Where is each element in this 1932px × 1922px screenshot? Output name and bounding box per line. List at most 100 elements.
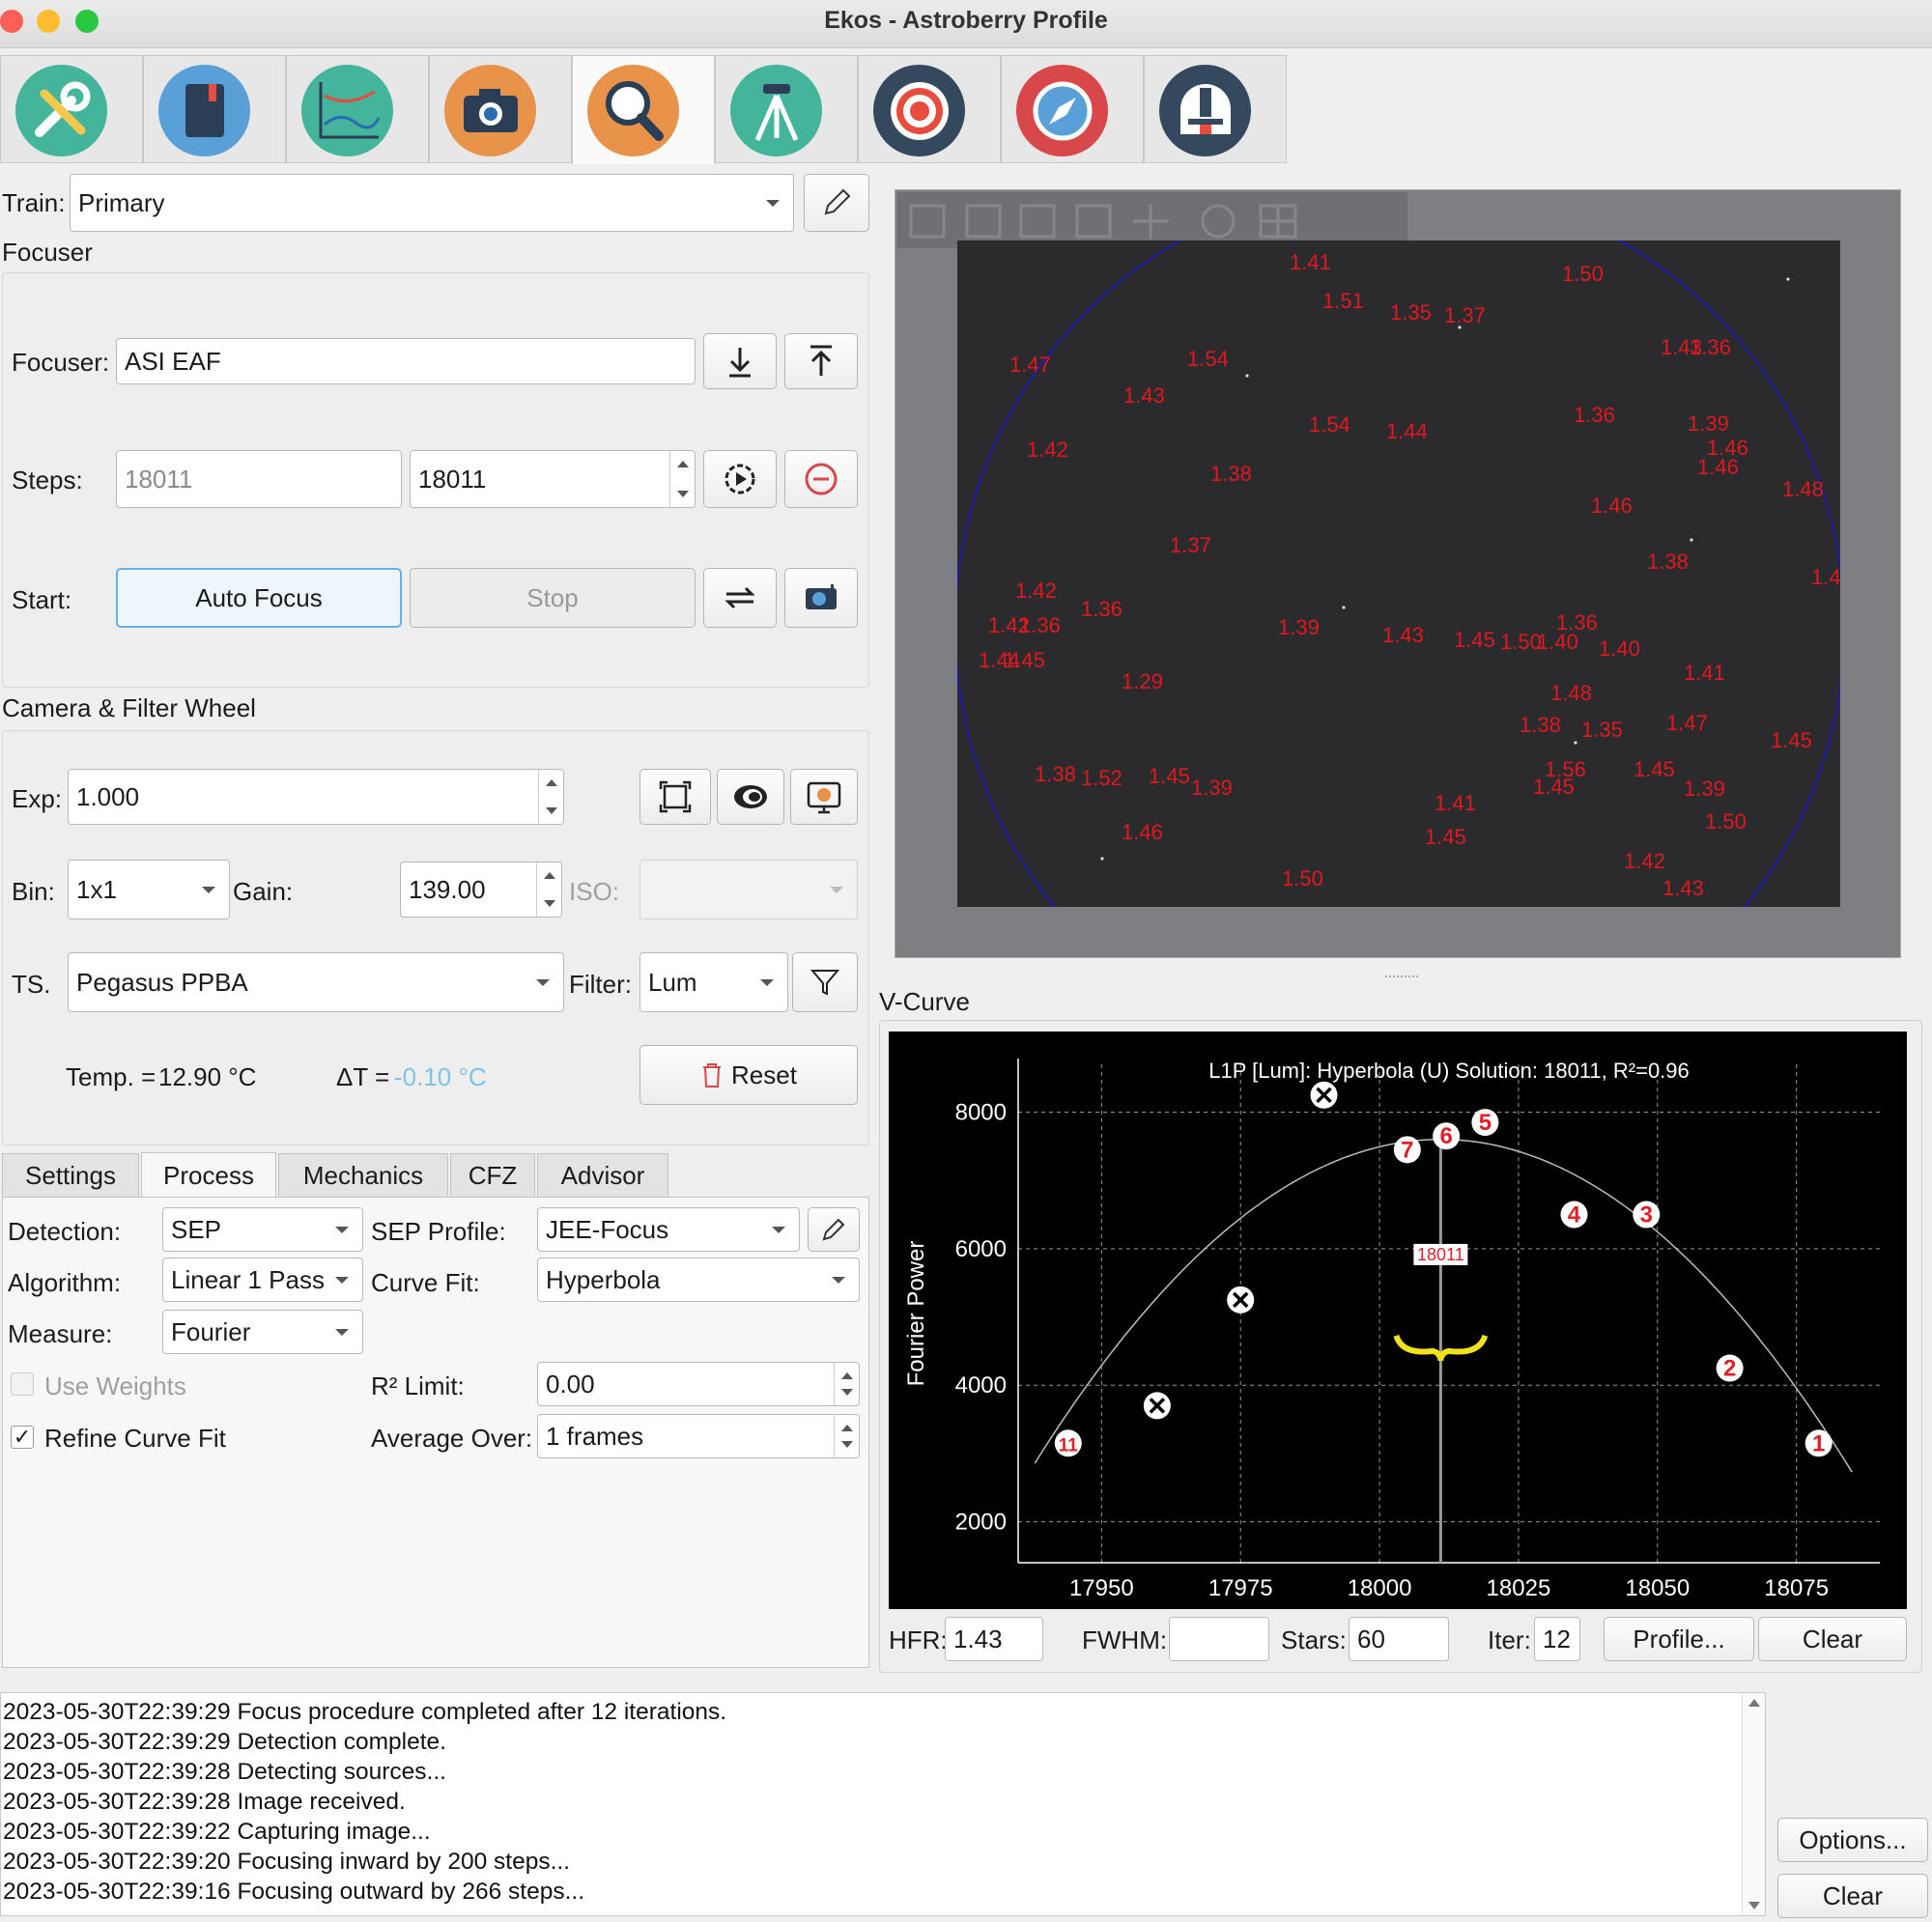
stars-label: Stars: — [1281, 1625, 1347, 1654]
gain-spinner[interactable] — [536, 862, 561, 917]
use-weights-checkbox[interactable] — [11, 1372, 34, 1396]
binning-select[interactable]: 1x1 — [68, 860, 230, 919]
train-select[interactable]: Primary — [70, 174, 794, 232]
reset-temperature-button[interactable]: Reset — [639, 1045, 858, 1105]
hfr-label: 1.50 — [1562, 262, 1604, 286]
log-clear-button[interactable]: Clear — [1777, 1874, 1928, 1918]
clear-vcurve-button[interactable]: Clear — [1758, 1617, 1907, 1661]
star-dot — [1690, 538, 1693, 542]
stop-focuser-button[interactable] — [784, 450, 858, 508]
camera-group-title: Camera & Filter Wheel — [2, 693, 256, 722]
hfr-label: 1.41 — [1684, 661, 1725, 685]
train-select-label: TS. — [12, 970, 51, 999]
goto-steps-button[interactable] — [703, 450, 777, 508]
dark-lens-icon — [734, 785, 767, 808]
module-setup-tab[interactable] — [0, 55, 143, 163]
module-mount-tab[interactable] — [715, 55, 858, 163]
module-analyze-tab[interactable] — [286, 55, 429, 163]
module-scheduler-tab[interactable] — [143, 55, 286, 163]
profile-button[interactable]: Profile... — [1604, 1617, 1754, 1661]
star-dot — [1245, 374, 1249, 378]
hfr-label: 1.38 — [1647, 550, 1689, 574]
focus-out-button[interactable] — [784, 333, 858, 389]
gain-value: 139.00 — [409, 874, 486, 904]
r2-limit-spinner[interactable] — [834, 1363, 859, 1405]
edit-sep-profile-button[interactable] — [808, 1207, 860, 1252]
iso-select[interactable] — [639, 860, 858, 919]
filter-select[interactable]: Lum — [639, 952, 788, 1012]
stop-autofocus-button[interactable]: Stop — [410, 568, 696, 628]
scroll-down-icon[interactable] — [1748, 1902, 1760, 1909]
tab-process[interactable]: Process — [141, 1152, 276, 1198]
star-dot — [1574, 741, 1577, 745]
x-tick-label: 18050 — [1625, 1575, 1690, 1601]
edit-train-button[interactable] — [804, 174, 869, 232]
y-tick-label: 4000 — [955, 1372, 1007, 1399]
hfr-label: HFR: — [889, 1625, 948, 1654]
log-options-button[interactable]: Options... — [1777, 1818, 1928, 1862]
module-observatory-tab[interactable] — [1144, 55, 1287, 163]
r2-limit-spinbox[interactable]: 0.00 — [537, 1362, 860, 1406]
pencil-icon — [824, 188, 851, 215]
train-device-select[interactable]: Pegasus PPBA — [68, 952, 564, 1012]
exposure-spinbox[interactable]: 1.000 — [68, 769, 564, 825]
subframe-button[interactable] — [639, 769, 711, 825]
tab-cfz[interactable]: CFZ — [450, 1153, 535, 1198]
steps-target-spinbox[interactable]: 18011 — [410, 450, 696, 508]
hfr-label: 1.45 — [1771, 728, 1812, 752]
hfr-label: 1.40 — [1599, 636, 1640, 661]
steps-current-field: 18011 — [116, 450, 402, 508]
exposure-label: Exp: — [12, 784, 63, 813]
temperature-value: 12.90 °C — [158, 1062, 257, 1091]
window-title: Ekos - Astroberry Profile — [824, 7, 1108, 34]
tab-mechanics[interactable]: Mechanics — [278, 1153, 448, 1198]
curve-fit-select[interactable]: Hyperbola — [537, 1258, 860, 1302]
hfr-label: 1.46 — [1697, 455, 1739, 479]
steps-spinner[interactable] — [669, 451, 695, 507]
focus-point-label: 3 — [1640, 1202, 1653, 1229]
hfr-label: 1.41 — [1435, 791, 1476, 815]
auto-focus-button[interactable]: Auto Focus — [116, 568, 402, 628]
loop-button[interactable] — [703, 568, 777, 628]
hfr-label: 1.36 — [1690, 335, 1731, 359]
exposure-value: 1.000 — [76, 781, 140, 811]
sep-profile-select[interactable]: JEE-Focus — [537, 1207, 800, 1252]
module-capture-tab[interactable] — [429, 55, 572, 163]
compass-icon — [1016, 65, 1108, 156]
fwhm-label: FWHM: — [1082, 1625, 1168, 1654]
tab-advisor[interactable]: Advisor — [537, 1153, 668, 1198]
exposure-spinner[interactable] — [538, 770, 563, 824]
focus-image-view[interactable]: 1.41 1.50 1.51 1.35 1.37 1.43 1.36 1.47 1.54 1.43… — [895, 189, 1901, 958]
tab-settings[interactable]: Settings — [2, 1153, 139, 1198]
log-output[interactable]: 2023-05-30T22:39:29 Focus procedure comp… — [0, 1692, 1766, 1916]
filter-settings-button[interactable] — [792, 952, 858, 1012]
detection-select[interactable]: SEP — [162, 1207, 363, 1252]
measure-select[interactable]: Fourier — [162, 1310, 363, 1354]
algorithm-select[interactable]: Linear 1 Pass — [162, 1258, 363, 1302]
capture-frame-button[interactable] — [784, 568, 858, 628]
module-align-tab[interactable] — [858, 55, 1001, 163]
reset-frame-button[interactable] — [790, 769, 858, 825]
start-label: Start: — [12, 585, 72, 614]
arrow-up-icon — [810, 345, 832, 376]
delta-t-label: ΔT = — [336, 1062, 390, 1091]
hfr-label: 1.45 — [1149, 764, 1190, 788]
focus-point-label: 7 — [1401, 1137, 1413, 1163]
module-guide-tab[interactable] — [1001, 55, 1144, 163]
gear-play-icon — [724, 464, 755, 495]
hfr-label: 1.50 — [1705, 809, 1747, 834]
hfr-label: 1.38 — [1210, 462, 1252, 486]
average-over-spinner[interactable] — [834, 1415, 859, 1457]
refine-curve-fit-checkbox[interactable]: ✓ — [11, 1426, 34, 1449]
dark-frame-button[interactable] — [717, 769, 784, 825]
scroll-up-icon[interactable] — [1748, 1699, 1760, 1707]
hfr-label: 1.45 — [1004, 648, 1045, 672]
splitter-handle[interactable] — [1385, 975, 1418, 979]
focus-in-button[interactable] — [703, 333, 777, 389]
temperature-label: Temp. = — [66, 1062, 156, 1091]
gain-spinbox[interactable]: 139.00 — [400, 862, 562, 918]
module-focus-tab[interactable] — [572, 55, 715, 164]
average-over-spinbox[interactable]: 1 frames — [537, 1414, 860, 1458]
log-scrollbar[interactable] — [1742, 1693, 1765, 1915]
trash-icon — [703, 1063, 722, 1088]
